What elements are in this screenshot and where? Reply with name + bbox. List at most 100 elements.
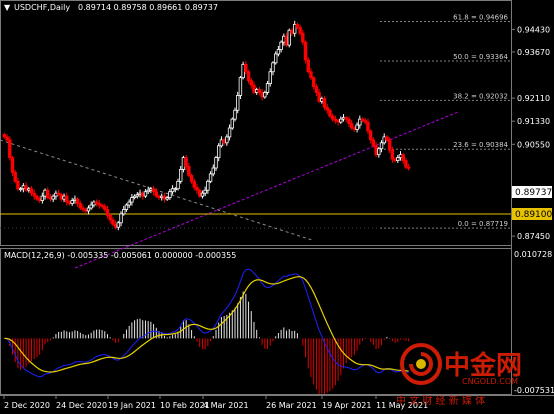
bear-candle xyxy=(162,195,167,200)
bear-candle xyxy=(2,134,7,138)
bull-candle xyxy=(89,204,93,209)
candles xyxy=(2,20,411,231)
bear-candle xyxy=(97,203,102,206)
bear-candle xyxy=(374,145,378,156)
bull-candle xyxy=(146,189,150,193)
bear-candle xyxy=(309,71,313,79)
bull-candle xyxy=(54,192,58,197)
bear-candle xyxy=(301,32,305,43)
bull-candle xyxy=(165,197,169,200)
bear-candle xyxy=(13,172,17,182)
bull-candle xyxy=(230,118,234,129)
bear-candle xyxy=(252,84,256,93)
fibonacci-retracement[interactable]: 61.8 = 0.94696 50.0 = 0.93364 38.2 = 0.920… xyxy=(0,14,511,229)
bull-candle xyxy=(203,189,207,194)
symbol-label: USDCHF,Daily xyxy=(14,3,70,12)
bear-candle xyxy=(100,204,104,207)
bear-candle xyxy=(368,130,373,141)
bull-candle xyxy=(225,136,229,144)
current-price-label: 0.89737 xyxy=(512,186,552,198)
bear-candle xyxy=(385,136,389,141)
bull-candle xyxy=(43,189,47,197)
bear-candle xyxy=(303,41,308,61)
price-tick-label: 0.93670 xyxy=(517,48,550,57)
bear-candle xyxy=(333,118,338,122)
bear-candle xyxy=(10,157,15,173)
chart-canvas: 61.8 = 0.94696 50.0 = 0.93364 38.2 = 0.920… xyxy=(0,0,554,410)
bear-candle xyxy=(48,197,53,200)
bear-candle xyxy=(371,139,376,147)
bear-candle xyxy=(24,185,28,191)
bear-candle xyxy=(322,98,327,108)
bull-candle xyxy=(268,71,272,84)
macd-axis-bottom: -0.007531 xyxy=(514,386,554,395)
bull-candle xyxy=(217,145,221,159)
bear-candle xyxy=(105,209,110,216)
bull-candle xyxy=(271,62,275,73)
time-scale[interactable]: 2 Dec 2020 24 Dec 2020 19 Jan 2021 10 Feb 2… xyxy=(3,395,428,410)
bull-candle xyxy=(124,204,129,210)
bear-candle xyxy=(108,214,112,221)
watermark-slogan: 中 文 财 经 新 媒 体 xyxy=(396,394,485,407)
macd-title: MACD(12,26,9) -0.005335 -0.005061 0.0000… xyxy=(4,251,236,260)
bull-candle xyxy=(382,136,386,144)
bear-candle xyxy=(81,207,85,210)
bear-candle xyxy=(260,92,264,98)
bull-candle xyxy=(208,173,213,182)
bull-candle xyxy=(51,195,55,200)
bear-candle xyxy=(284,35,289,46)
bear-candle xyxy=(8,139,12,159)
macd-main-line xyxy=(4,268,409,378)
ohlc-values: 0.89714 0.89758 0.89661 0.89737 xyxy=(78,3,218,12)
bull-candle xyxy=(211,167,215,175)
bear-candle xyxy=(404,160,408,168)
bear-candle xyxy=(314,86,319,93)
bull-candle xyxy=(40,195,45,201)
bull-candle xyxy=(219,139,224,147)
bull-candle xyxy=(355,124,359,130)
bull-candle xyxy=(254,89,259,93)
time-tick-label: 4 Mar 2021 xyxy=(203,401,249,410)
time-tick-label: 19 Jan 2021 xyxy=(108,401,156,410)
bull-candle xyxy=(358,118,362,126)
price-tick-label: 0.87450 xyxy=(517,232,550,241)
fib-level-label: 50.0 = 0.93364 xyxy=(453,53,508,61)
bear-candle xyxy=(154,191,159,197)
bull-candle xyxy=(27,188,31,191)
bull-candle xyxy=(86,207,91,212)
time-tick-label: 24 Dec 2020 xyxy=(56,401,107,410)
bear-candle xyxy=(184,157,188,167)
bear-candle xyxy=(16,180,20,190)
time-tick-label: 26 Mar 2021 xyxy=(266,401,317,410)
bull-candle xyxy=(176,180,180,190)
bear-candle xyxy=(317,92,321,102)
bull-candle xyxy=(292,23,297,34)
bear-candle xyxy=(141,192,145,197)
bull-candle xyxy=(282,35,286,43)
bear-candle xyxy=(111,219,115,225)
bear-candle xyxy=(195,186,199,191)
bull-candle xyxy=(116,222,121,228)
bear-candle xyxy=(65,195,69,203)
main-chart-frame xyxy=(0,0,512,246)
bull-candle xyxy=(233,109,237,120)
bear-candle xyxy=(336,120,340,123)
bull-candle xyxy=(263,92,267,98)
price-tick-label: 0.91330 xyxy=(517,117,550,126)
current-price-text: 0.89737 xyxy=(515,188,552,198)
bull-candle xyxy=(238,77,243,96)
fib-level-label: 61.8 = 0.94696 xyxy=(453,14,508,22)
collapse-arrow-icon[interactable]: ▼ xyxy=(4,3,11,12)
bull-candle xyxy=(341,117,346,120)
bull-candle xyxy=(279,41,283,50)
bear-candle xyxy=(328,109,332,117)
fib-level-label: 0.0 = 0.87719 xyxy=(458,220,508,228)
price-tick-label: 0.94430 xyxy=(517,25,550,34)
bear-candle xyxy=(352,127,357,130)
bull-candle xyxy=(62,195,66,200)
bear-candle xyxy=(246,71,251,82)
bear-candle xyxy=(189,175,194,182)
bear-candle xyxy=(330,115,335,120)
bull-candle xyxy=(276,49,281,55)
bull-candle xyxy=(377,148,381,156)
